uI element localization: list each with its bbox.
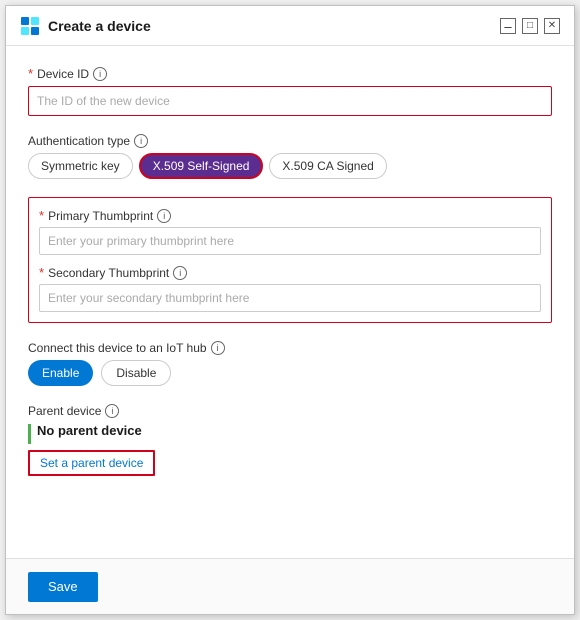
title-controls: ⚊ □ ✕ [500, 18, 560, 34]
parent-device-label-text: Parent device [28, 404, 101, 418]
secondary-thumbprint-label-text: Secondary Thumbprint [48, 266, 169, 280]
connect-hub-label: Connect this device to an IoT hub i [28, 341, 552, 355]
close-button[interactable]: ✕ [544, 18, 560, 34]
required-star-secondary: * [39, 265, 44, 280]
connect-hub-group: Connect this device to an IoT hub i Enab… [28, 341, 552, 386]
no-parent-text: No parent device [37, 423, 142, 438]
required-star-device-id: * [28, 66, 33, 81]
enable-button[interactable]: Enable [28, 360, 93, 386]
auth-symmetric-key-button[interactable]: Symmetric key [28, 153, 133, 179]
app-icon [20, 16, 40, 36]
secondary-thumbprint-info-icon[interactable]: i [173, 266, 187, 280]
device-id-input[interactable] [28, 86, 552, 116]
minimize-button[interactable]: ⚊ [500, 18, 516, 34]
save-button[interactable]: Save [28, 572, 98, 602]
connect-hub-toggle-row: Enable Disable [28, 360, 552, 386]
thumbprint-container: * Primary Thumbprint i * Secondary Thumb… [28, 197, 552, 323]
primary-thumbprint-group: * Primary Thumbprint i [39, 208, 541, 255]
title-bar: Create a device ⚊ □ ✕ [6, 6, 574, 46]
device-id-label: * Device ID i [28, 66, 552, 81]
primary-thumbprint-input[interactable] [39, 227, 541, 255]
device-id-label-text: Device ID [37, 67, 89, 81]
set-parent-device-button[interactable]: Set a parent device [28, 450, 155, 476]
auth-type-buttons: Symmetric key X.509 Self-Signed X.509 CA… [28, 153, 552, 179]
auth-type-label: Authentication type i [28, 134, 552, 148]
primary-thumbprint-info-icon[interactable]: i [157, 209, 171, 223]
window-title: Create a device [48, 18, 151, 34]
secondary-thumbprint-input[interactable] [39, 284, 541, 312]
auth-type-info-icon[interactable]: i [134, 134, 148, 148]
parent-device-group: Parent device i No parent device Set a p… [28, 404, 552, 476]
maximize-button[interactable]: □ [522, 18, 538, 34]
form-content: * Device ID i Authentication type i Symm… [6, 46, 574, 558]
connect-hub-label-text: Connect this device to an IoT hub [28, 341, 207, 355]
green-bar-icon [28, 424, 31, 444]
device-id-group: * Device ID i [28, 66, 552, 116]
create-device-window: Create a device ⚊ □ ✕ * Device ID i Auth… [5, 5, 575, 615]
secondary-thumbprint-group: * Secondary Thumbprint i [39, 265, 541, 312]
disable-button[interactable]: Disable [101, 360, 171, 386]
form-footer: Save [6, 558, 574, 614]
no-parent-row: No parent device [28, 423, 552, 444]
auth-type-label-text: Authentication type [28, 134, 130, 148]
auth-x509-ca-signed-button[interactable]: X.509 CA Signed [269, 153, 386, 179]
title-bar-left: Create a device [20, 16, 151, 36]
parent-device-label: Parent device i [28, 404, 552, 418]
device-id-info-icon[interactable]: i [93, 67, 107, 81]
auth-type-group: Authentication type i Symmetric key X.50… [28, 134, 552, 179]
auth-x509-self-signed-button[interactable]: X.509 Self-Signed [139, 153, 264, 179]
parent-device-info-icon[interactable]: i [105, 404, 119, 418]
required-star-primary: * [39, 208, 44, 223]
primary-thumbprint-label-text: Primary Thumbprint [48, 209, 153, 223]
secondary-thumbprint-label: * Secondary Thumbprint i [39, 265, 541, 280]
primary-thumbprint-label: * Primary Thumbprint i [39, 208, 541, 223]
connect-hub-info-icon[interactable]: i [211, 341, 225, 355]
